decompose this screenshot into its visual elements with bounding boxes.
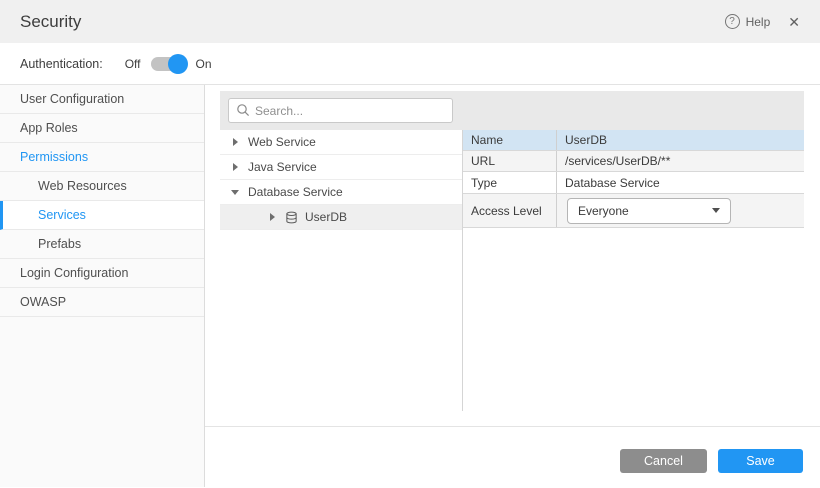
- row-value: /services/UserDB/**: [557, 151, 804, 171]
- table-row-name: Name UserDB: [463, 130, 804, 151]
- chevron-right-icon: [229, 163, 241, 171]
- authentication-bar: Authentication: Off On: [0, 43, 820, 85]
- help-button[interactable]: ? Help: [725, 14, 771, 29]
- toggle-on-label: On: [196, 57, 212, 71]
- tree-item-web-service[interactable]: Web Service: [220, 130, 462, 155]
- dialog-header: Security ? Help ✕: [0, 0, 820, 43]
- tree-item-label: UserDB: [305, 210, 347, 224]
- close-icon[interactable]: ✕: [788, 15, 800, 29]
- help-icon: ?: [725, 14, 740, 29]
- sidebar-item-app-roles[interactable]: App Roles: [0, 114, 204, 143]
- services-panel: Web Service Java Service Database Servic…: [220, 91, 804, 411]
- row-value: Database Service: [557, 172, 804, 193]
- search-input[interactable]: [228, 98, 453, 123]
- sidebar-item-login-configuration[interactable]: Login Configuration: [0, 259, 204, 288]
- sidebar-item-web-resources[interactable]: Web Resources: [0, 172, 204, 201]
- cancel-button[interactable]: Cancel: [620, 449, 707, 473]
- main-area: Web Service Java Service Database Servic…: [205, 85, 820, 487]
- tree-item-database-service[interactable]: Database Service: [220, 180, 462, 205]
- service-detail-table: Name UserDB URL /services/UserDB/** Type…: [463, 130, 804, 411]
- tree-item-java-service[interactable]: Java Service: [220, 155, 462, 180]
- toggle-off-label: Off: [125, 57, 141, 71]
- authentication-toggle[interactable]: [151, 57, 186, 71]
- services-tree: Web Service Java Service Database Servic…: [220, 130, 463, 411]
- table-row-type: Type Database Service: [463, 172, 804, 194]
- tree-item-label: Web Service: [248, 135, 316, 149]
- database-icon: [285, 211, 298, 224]
- tree-item-label: Java Service: [248, 160, 317, 174]
- access-level-value: Everyone: [578, 204, 629, 218]
- row-label: Name: [463, 130, 557, 150]
- table-row-access-level: Access Level Everyone: [463, 194, 804, 228]
- access-level-dropdown[interactable]: Everyone: [567, 198, 731, 224]
- help-label: Help: [746, 15, 771, 29]
- table-row-url: URL /services/UserDB/**: [463, 151, 804, 172]
- chevron-right-icon: [229, 138, 241, 146]
- sidebar-item-user-configuration[interactable]: User Configuration: [0, 85, 204, 114]
- authentication-label: Authentication:: [20, 57, 103, 71]
- sidebar-item-services[interactable]: Services: [0, 201, 204, 230]
- row-label: Access Level: [463, 194, 557, 227]
- row-label: Type: [463, 172, 557, 193]
- sidebar-item-permissions[interactable]: Permissions: [0, 143, 204, 172]
- toggle-knob: [168, 54, 188, 74]
- page-title: Security: [20, 12, 81, 32]
- chevron-right-icon: [266, 213, 278, 221]
- row-label: URL: [463, 151, 557, 171]
- sidebar-item-prefabs[interactable]: Prefabs: [0, 230, 204, 259]
- dropdown-caret-icon: [712, 208, 720, 213]
- chevron-down-icon: [229, 190, 241, 195]
- tree-item-label: Database Service: [248, 185, 343, 199]
- sidebar: User Configuration App Roles Permissions…: [0, 85, 205, 487]
- tree-item-userdb[interactable]: UserDB: [220, 205, 462, 230]
- search-icon: [236, 103, 250, 122]
- row-value: UserDB: [557, 130, 804, 150]
- sidebar-item-owasp[interactable]: OWASP: [0, 288, 204, 317]
- save-button[interactable]: Save: [718, 449, 803, 473]
- footer: Cancel Save: [205, 427, 820, 473]
